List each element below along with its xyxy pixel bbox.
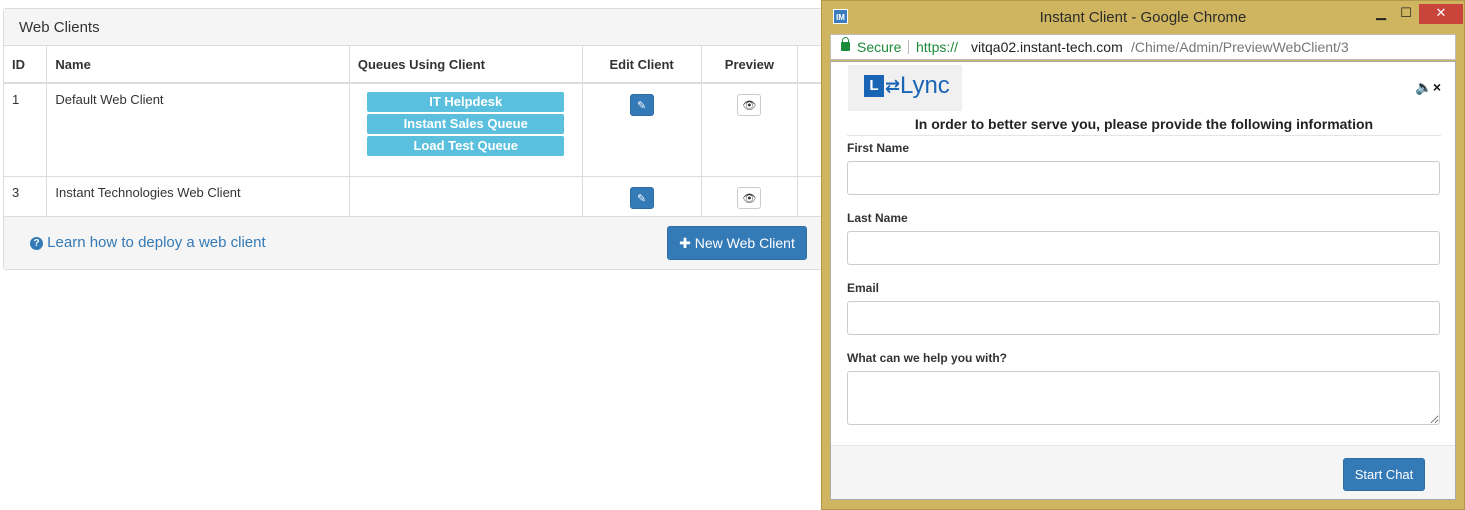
row-id: 1	[4, 83, 48, 177]
row-name: Default Web Client	[46, 83, 350, 177]
last-name-field[interactable]	[847, 231, 1440, 265]
address-bar[interactable]: Secure https:// vitqa02.instant-tech.com…	[830, 34, 1456, 60]
learn-deploy-link[interactable]: ? Learn how to deploy a web client	[30, 234, 266, 251]
preview-client-button[interactable]: 👁	[737, 94, 762, 116]
help-textarea[interactable]	[847, 371, 1440, 425]
queue-tag[interactable]: Instant Sales Queue	[367, 114, 565, 134]
web-clients-panel: Web Clients ID Name Queues Using Client …	[3, 8, 884, 270]
row-edit-cell: ✎	[582, 83, 702, 177]
url-host: vitqa02.instant-tech.com	[971, 39, 1123, 55]
web-clients-table: ID Name Queues Using Client Edit Client …	[4, 46, 884, 218]
edit-client-button[interactable]: ✎	[629, 186, 654, 209]
email-field[interactable]	[847, 301, 1440, 335]
row-id: 3	[4, 176, 48, 218]
lync-logo-arrow-icon: ⇄	[885, 76, 901, 96]
preview-client-button[interactable]: 👁	[737, 186, 762, 209]
row-edit-cell: ✎	[582, 176, 702, 218]
url-scheme: https://	[916, 39, 959, 55]
lync-logo-mark: L	[864, 75, 884, 97]
row-name: Instant Technologies Web Client	[46, 176, 350, 218]
edit-icon: ✎	[636, 100, 647, 112]
col-edit: Edit Client	[582, 46, 702, 84]
first-name-label: First Name	[847, 141, 910, 155]
col-preview: Preview	[701, 46, 799, 84]
panel-title: Web Clients	[4, 9, 882, 46]
row-preview-cell: 👁	[701, 83, 799, 177]
help-label: What can we help you with?	[847, 351, 1008, 365]
queue-tag[interactable]: Load Test Queue	[367, 136, 565, 156]
panel-footer: ? Learn how to deploy a web client ✚ New…	[4, 216, 882, 269]
edit-client-button[interactable]: ✎	[629, 94, 654, 116]
last-name-label: Last Name	[847, 211, 908, 225]
chrome-popup-window: IM Instant Client - Google Chrome ▁ ☐ ✕ …	[821, 0, 1465, 510]
table-row: 1 Default Web Client IT Helpdesk Instant…	[4, 83, 884, 177]
maximize-button[interactable]: ☐	[1393, 4, 1419, 24]
table-row: 3 Instant Technologies Web Client ✎ 👁 ✖	[4, 176, 884, 218]
form-footer: Start Chat	[831, 445, 1455, 499]
speaker-mute-icon[interactable]: 🔈×	[1415, 79, 1441, 96]
lync-logo-text: Lync	[900, 72, 950, 99]
table-header-row: ID Name Queues Using Client Edit Client …	[4, 46, 884, 84]
eye-icon: 👁	[742, 192, 757, 205]
close-button[interactable]: ✕	[1419, 4, 1463, 24]
close-icon: ✕	[1435, 5, 1447, 20]
minimize-button[interactable]: ▁	[1368, 4, 1394, 24]
new-web-client-label: New Web Client	[694, 235, 795, 251]
form-intro-text: In order to better serve you, please pro…	[847, 116, 1441, 136]
secure-label: Secure	[857, 39, 902, 55]
question-circle-icon: ?	[30, 237, 43, 250]
maximize-icon: ☐	[1400, 5, 1412, 20]
new-web-client-button[interactable]: ✚ New Web Client	[667, 226, 807, 260]
queue-tag[interactable]: IT Helpdesk	[367, 92, 565, 112]
lync-logo: L ⇄ Lync	[848, 65, 962, 111]
col-name: Name	[46, 46, 350, 84]
window-titlebar[interactable]: IM Instant Client - Google Chrome ▁ ☐ ✕	[822, 1, 1464, 34]
row-queues	[349, 176, 583, 218]
first-name-field[interactable]	[847, 161, 1440, 195]
url-path: /Chime/Admin/PreviewWebClient/3	[1131, 39, 1349, 55]
col-queues: Queues Using Client	[349, 46, 583, 84]
email-label: Email	[847, 281, 880, 295]
row-preview-cell: 👁	[701, 176, 799, 218]
plus-icon: ✚	[679, 235, 691, 251]
chat-form-page: L ⇄ Lync 🔈× In order to better serve you…	[830, 61, 1456, 500]
edit-icon: ✎	[636, 192, 647, 205]
address-divider	[908, 40, 909, 54]
minimize-icon: ▁	[1376, 5, 1386, 20]
col-id: ID	[4, 46, 48, 84]
start-chat-button[interactable]: Start Chat	[1343, 458, 1425, 491]
lock-icon	[841, 37, 850, 51]
learn-deploy-label: Learn how to deploy a web client	[47, 234, 266, 251]
eye-icon: 👁	[742, 100, 757, 112]
row-queues: IT Helpdesk Instant Sales Queue Load Tes…	[349, 83, 583, 177]
